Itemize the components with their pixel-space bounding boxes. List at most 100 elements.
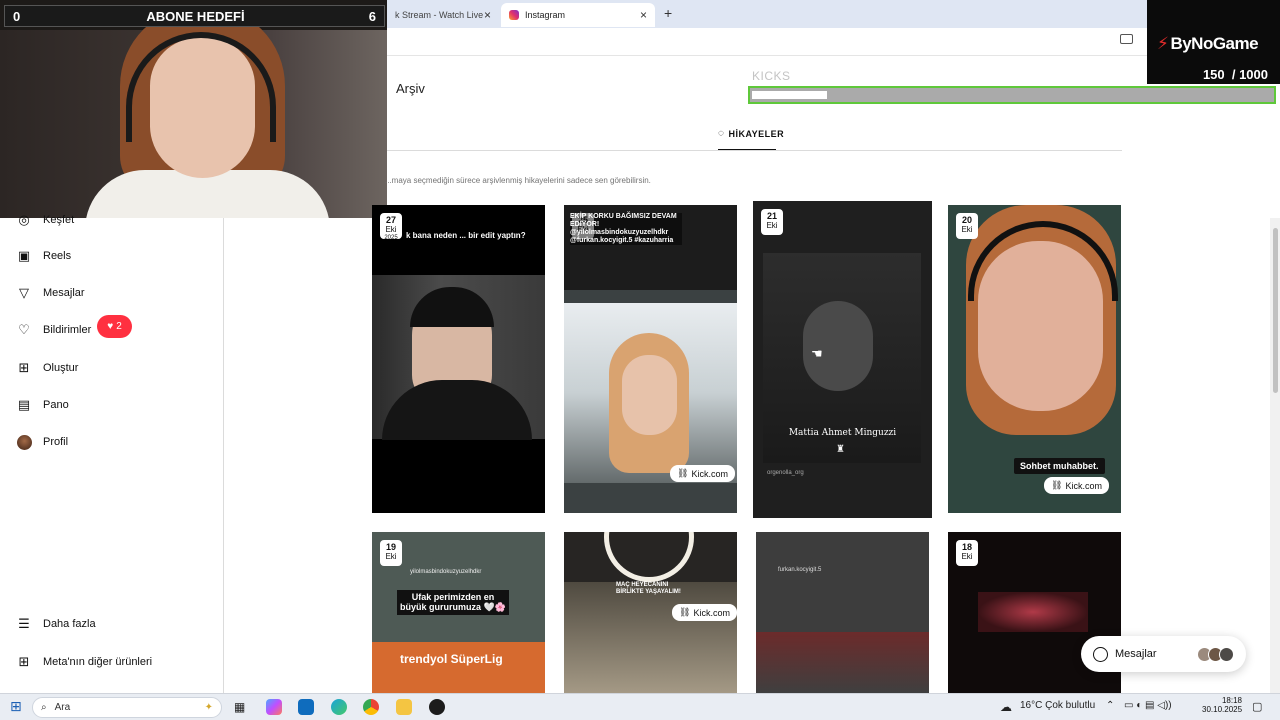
menu-icon: ☰ xyxy=(18,616,30,631)
sidebar-item-label: Keşfet xyxy=(43,214,75,226)
tab-instagram[interactable]: Instagram × xyxy=(501,3,655,27)
tab-label: Instagram xyxy=(525,10,566,20)
sidebar-item-label: Reels xyxy=(43,250,72,262)
story-caption: EKİP KORKU BAĞIMSIZ DEVAM EDİYOR! @yilol… xyxy=(570,213,682,245)
messenger-icon xyxy=(1093,646,1108,662)
tab-stories[interactable]: ◌ HİKAYELER xyxy=(718,128,784,139)
messages-label: Mesajlar xyxy=(1115,648,1157,660)
kick-link[interactable]: ⛓ Kick.com xyxy=(670,465,735,482)
avatar xyxy=(16,434,32,450)
chrome-icon[interactable] xyxy=(363,699,379,715)
search-icon: ⌕ xyxy=(41,702,47,713)
page-scrollbar[interactable] xyxy=(1270,218,1280,693)
date-month: Eki xyxy=(385,225,397,234)
trendyol-logo: trendyol SüperLig xyxy=(400,652,503,666)
story-tile[interactable]: 25 Eki EKİP KORKU BAĞIMSIZ DEVAM EDİYOR!… xyxy=(564,205,737,513)
sidebar-item-kesfet[interactable]: ◎ Keşfet xyxy=(16,210,74,230)
story-date: 20 Eki xyxy=(956,213,978,239)
story-date: 21 Eki xyxy=(761,209,783,235)
sidebar-item-label: Pano xyxy=(43,399,69,411)
heart-icon: ♥ xyxy=(107,321,114,332)
tray-icons[interactable]: ▭ ◐ ▤ ◁)) xyxy=(1124,700,1172,711)
date-month: Eki xyxy=(961,225,973,234)
notification-count: 2 xyxy=(116,321,122,332)
ring-light xyxy=(604,532,694,582)
scrollbar-thumb[interactable] xyxy=(1273,228,1278,393)
hand-cursor-icon: ☚ xyxy=(811,346,823,361)
story-tile[interactable]: 21 Eki Mattia Ahmet Minguzzi ♜ orgenolla… xyxy=(753,201,932,518)
tab-stories-label: HİKAYELER xyxy=(728,128,785,139)
story-tile[interactable]: 27 Eki 2025 k bana neden ... bir edit ya… xyxy=(372,205,545,513)
story-tile[interactable]: 19 Eki yilolmasbindokuzyuzelhdkr Ufak pe… xyxy=(372,532,545,693)
tab-kick-stream[interactable]: k Stream - Watch Live o × xyxy=(387,3,499,27)
file-explorer-icon[interactable] xyxy=(396,699,412,715)
app-icon[interactable] xyxy=(429,699,445,715)
weather-text[interactable]: 16°C Çok bulutlu xyxy=(1020,700,1095,711)
sidebar-item-pano[interactable]: ▤ Pano xyxy=(16,395,69,415)
page-title: Arşiv xyxy=(396,81,425,96)
date-month: Eki xyxy=(766,221,778,230)
message-avatars xyxy=(1197,646,1234,662)
sidebar-item-reels[interactable]: ▣ Reels xyxy=(16,246,71,266)
story-username: orgenolla_org xyxy=(767,470,804,476)
task-view-icon[interactable]: ▦ xyxy=(234,700,245,714)
clock[interactable]: 18:18 30.10.2025 xyxy=(1202,696,1242,714)
tab-strip: k Stream - Watch Live o × Instagram × + xyxy=(387,0,1147,28)
link-icon: ⛓ xyxy=(677,468,689,478)
story-date: 18 Eki xyxy=(956,540,978,566)
sidebar-item-label: Mesajlar xyxy=(43,287,85,299)
cast-icon[interactable] xyxy=(1120,34,1133,44)
date-day: 20 xyxy=(961,215,972,225)
heart-icon: ♡ xyxy=(18,322,30,337)
story-caption: MAÇ HEYECANINI BİRLİKTE YAŞAYALIM! xyxy=(616,582,681,595)
story-tile[interactable]: 20 Eki Sohbet muhabbet. ⛓ Kick.com xyxy=(948,205,1121,513)
outlook-icon[interactable] xyxy=(298,699,314,715)
grid-icon: ⊞ xyxy=(18,654,30,669)
notification-center-icon[interactable]: ▢ xyxy=(1252,700,1262,713)
taskbar: ⊞ ⌕ Ara ✦ ▦ ☁ 16°C Çok bulutlu ⌃ ▭ ◐ ▤ ◁… xyxy=(0,693,1280,720)
messages-button[interactable]: Mesajlar xyxy=(1081,636,1246,672)
sidebar-item-label: Oluştur xyxy=(43,362,79,374)
windows-start-icon[interactable]: ⊞ xyxy=(10,698,22,715)
sidebar-item-olustur[interactable]: ⊞ Oluştur xyxy=(16,358,79,378)
date-month: Eki xyxy=(385,552,397,561)
sidebar-item-mesajlar[interactable]: ▽ Mesajlar xyxy=(16,283,85,303)
edge-icon[interactable] xyxy=(331,699,347,715)
new-tab-button[interactable]: + xyxy=(664,5,672,21)
date-day: 27 xyxy=(385,215,396,225)
story-image xyxy=(564,582,737,693)
story-tile[interactable]: MAÇ HEYECANINI BİRLİKTE YAŞAYALIM! ⛓ Kic… xyxy=(564,532,737,693)
kick-link-label: Kick.com xyxy=(691,468,728,479)
send-icon: ▽ xyxy=(19,285,29,300)
story-tile[interactable]: furkan.kocyigit.5 xyxy=(756,532,929,693)
kick-link-label: Kick.com xyxy=(693,607,730,618)
kick-link-label: Kick.com xyxy=(1065,480,1102,491)
sidebar-divider xyxy=(223,218,224,693)
story-username: yilolmasbindokuzyuzelhdkr xyxy=(410,569,482,575)
taskbar-search[interactable]: ⌕ Ara ✦ xyxy=(32,697,222,718)
chevron-up-icon[interactable]: ⌃ xyxy=(1106,700,1114,711)
tab-label: k Stream - Watch Live o xyxy=(395,10,484,20)
more-button[interactable]: ☰ Daha fazla xyxy=(16,614,95,634)
bynogame-logo: ⚡ ByNoGame xyxy=(1157,34,1259,54)
flame-icon: ⚡ xyxy=(1157,34,1169,53)
close-icon[interactable]: × xyxy=(484,8,491,22)
date-day: 18 xyxy=(961,542,972,552)
notification-badge: ♥ 2 xyxy=(97,315,132,338)
story-face xyxy=(622,355,677,435)
archive-info-text: ...maya seçmediğin sürece arşivlenmiş hi… xyxy=(385,176,651,185)
kick-link[interactable]: ⛓ Kick.com xyxy=(672,604,737,621)
brand-name: ByNoGame xyxy=(1170,34,1259,53)
link-icon: ⛓ xyxy=(679,607,691,617)
date-month: Eki xyxy=(961,552,973,561)
meta-label: Meta'nın diğer ürünleri xyxy=(43,656,153,668)
close-icon[interactable]: × xyxy=(640,8,647,22)
sidebar-item-bildirimler[interactable]: ♡ Bildirimler xyxy=(16,320,91,340)
kicks-progress-bar xyxy=(748,86,1276,104)
goal-label: ABONE HEDEFİ xyxy=(146,9,245,24)
kick-link[interactable]: ⛓ Kick.com xyxy=(1044,477,1109,494)
meta-products-button[interactable]: ⊞ Meta'nın diğer ürünleri xyxy=(16,652,153,672)
copilot-icon[interactable] xyxy=(266,699,282,715)
sidebar-item-profil[interactable]: Profil xyxy=(16,432,68,452)
spinner-icon: ◌ xyxy=(718,128,725,139)
